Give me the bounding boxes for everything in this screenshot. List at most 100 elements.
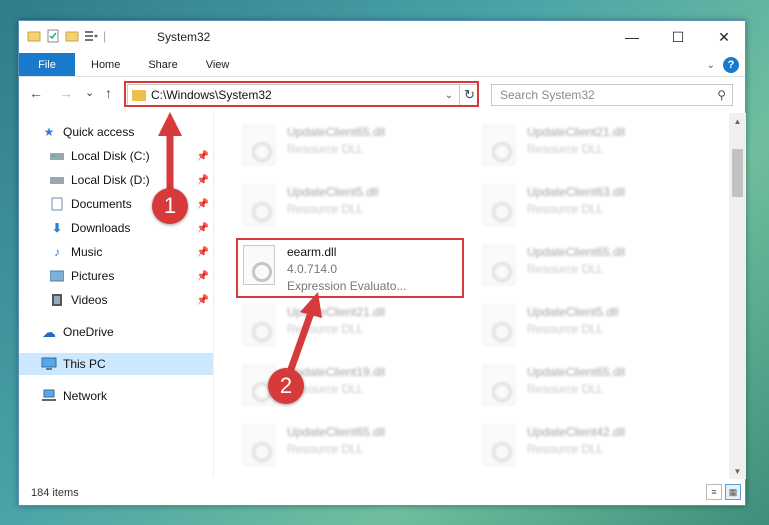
tab-share[interactable]: Share (134, 53, 191, 76)
file-tile[interactable]: UpdateClient63.dll Resource DLL (479, 179, 699, 233)
file-type: Resource DLL (527, 322, 604, 336)
sidebar-item-label: Local Disk (D:) (71, 173, 150, 187)
file-tile[interactable]: UpdateClient42.dll Resource DLL (479, 419, 699, 473)
maximize-button[interactable]: ☐ (655, 21, 701, 53)
up-button[interactable]: ↑ (105, 85, 112, 101)
file-tile[interactable]: UpdateClient65.dll Resource DLL (479, 359, 699, 413)
navigation-bar: ← → ⌄ ↑ C:\Windows\System32 ⌄ ↻ Search S… (19, 81, 745, 109)
pin-icon[interactable]: 📌 (197, 175, 209, 186)
downloads-icon: ⬇ (51, 221, 63, 235)
file-name: UpdateClient5.dll (287, 185, 379, 199)
star-icon: ★ (43, 125, 55, 139)
search-input[interactable]: Search System32 ⚲ (491, 84, 733, 106)
sidebar-item-network[interactable]: Network (19, 385, 213, 407)
navigation-pane: ★ Quick access Local Disk (C:) 📌 Local D… (19, 117, 213, 477)
file-type: Resource DLL (527, 262, 604, 276)
view-buttons: ≡ ▦ (706, 484, 741, 500)
sidebar-item-label: Music (71, 245, 103, 259)
sidebar-item-quick-access[interactable]: ★ Quick access (19, 121, 213, 143)
address-bar[interactable]: C:\Windows\System32 ⌄ (127, 84, 479, 106)
sidebar-item-videos[interactable]: Videos 📌 (19, 289, 213, 311)
minimize-button[interactable]: — (609, 21, 655, 53)
help-button[interactable]: ? (723, 57, 739, 73)
search-icon: ⚲ (717, 88, 726, 102)
pin-icon[interactable]: 📌 (197, 271, 209, 282)
status-bar: 184 items (19, 481, 745, 505)
expand-ribbon-icon[interactable]: ⌄ (707, 60, 715, 71)
sidebar-item-this-pc[interactable]: This PC (19, 353, 213, 375)
sidebar-item-pictures[interactable]: Pictures 📌 (19, 265, 213, 287)
folder-icon[interactable] (27, 29, 41, 43)
file-name: UpdateClient65.dll (527, 365, 626, 379)
sidebar-item-onedrive[interactable]: ☁ OneDrive (19, 321, 213, 343)
dll-file-icon (483, 125, 515, 165)
file-tile[interactable]: UpdateClient21.dll Resource DLL (479, 119, 699, 173)
new-folder-icon[interactable] (65, 29, 79, 43)
file-tile[interactable]: UpdateClient65.dll Resource DLL (479, 239, 699, 293)
file-explorer-window: | System32 — ☐ ✕ File Home Share View ⌄ … (18, 20, 746, 506)
drive-icon (49, 173, 65, 187)
close-button[interactable]: ✕ (701, 21, 747, 53)
back-button[interactable]: ← (29, 85, 43, 101)
step-2-badge: 2 (268, 368, 304, 404)
file-tile[interactable]: UpdateClient65.dll Resource DLL (239, 419, 459, 473)
dll-file-icon (243, 305, 275, 345)
sidebar-item-label: Videos (71, 293, 108, 307)
dll-file-icon (243, 185, 275, 225)
forward-button[interactable]: → (59, 85, 73, 101)
file-tile[interactable]: UpdateClient65.dll Resource DLL (239, 119, 459, 173)
pin-icon[interactable]: 📌 (197, 151, 209, 162)
window-title: System32 (157, 30, 211, 44)
toolbar-separator: | (103, 29, 107, 43)
address-path[interactable]: C:\Windows\System32 (151, 88, 442, 102)
file-tile[interactable]: UpdateClient5.dll Resource DLL (479, 299, 699, 353)
dll-file-icon (483, 365, 515, 405)
file-name: UpdateClient42.dll (527, 425, 626, 439)
sidebar-item-local-disk-d[interactable]: Local Disk (D:) 📌 (19, 169, 213, 191)
file-name: UpdateClient63.dll (527, 185, 626, 199)
properties-icon[interactable] (46, 29, 60, 43)
large-icons-view-icon[interactable]: ▦ (725, 484, 741, 500)
scroll-down-icon[interactable]: ▼ (729, 463, 746, 479)
sidebar-item-downloads[interactable]: ⬇ Downloads 📌 (19, 217, 213, 239)
videos-icon (49, 293, 65, 307)
sidebar-item-music[interactable]: ♪ Music 📌 (19, 241, 213, 263)
file-tile-eearm-dll[interactable]: eearm.dll 4.0.714.0 Expression Evaluato.… (239, 239, 459, 301)
file-name: UpdateClient21.dll (287, 305, 386, 319)
file-name: UpdateClient21.dll (527, 125, 626, 139)
documents-icon (49, 197, 65, 211)
sidebar-item-local-disk-c[interactable]: Local Disk (C:) 📌 (19, 145, 213, 167)
search-placeholder: Search System32 (500, 88, 595, 102)
file-tile[interactable]: UpdateClient21.dll Resource DLL (239, 299, 459, 353)
address-dropdown-icon[interactable]: ⌄ (442, 90, 456, 101)
tab-view[interactable]: View (192, 53, 244, 76)
tab-home[interactable]: Home (75, 53, 134, 76)
file-type: Resource DLL (527, 142, 604, 156)
file-name: UpdateClient65.dll (287, 425, 386, 439)
scroll-thumb[interactable] (732, 149, 743, 197)
scroll-up-icon[interactable]: ▲ (729, 113, 746, 129)
tab-file[interactable]: File (19, 53, 75, 76)
recent-locations-button[interactable]: ⌄ (85, 86, 94, 99)
pin-icon[interactable]: 📌 (197, 295, 209, 306)
refresh-button[interactable]: ↻ (459, 84, 479, 106)
pin-icon[interactable]: 📌 (197, 199, 209, 210)
pictures-icon (49, 269, 65, 283)
file-name: eearm.dll (287, 245, 337, 259)
customize-toolbar-icon[interactable] (84, 29, 98, 43)
pin-icon[interactable]: 📌 (197, 247, 209, 258)
ribbon-tabs: File Home Share View (19, 53, 745, 77)
file-type: Resource DLL (287, 142, 364, 156)
file-type: Resource DLL (527, 382, 604, 396)
quick-access-toolbar: | (27, 29, 106, 43)
file-tile[interactable]: UpdateClient5.dll Resource DLL (239, 179, 459, 233)
details-view-icon[interactable]: ≡ (706, 484, 722, 500)
computer-icon (41, 357, 57, 371)
sidebar-item-label: Documents (71, 197, 132, 211)
pin-icon[interactable]: 📌 (197, 223, 209, 234)
dll-file-icon (483, 425, 515, 465)
dll-file-icon (243, 425, 275, 465)
sidebar-item-label: OneDrive (63, 325, 114, 339)
vertical-scrollbar[interactable]: ▲ ▼ (729, 113, 746, 479)
pane-divider[interactable] (213, 109, 214, 477)
